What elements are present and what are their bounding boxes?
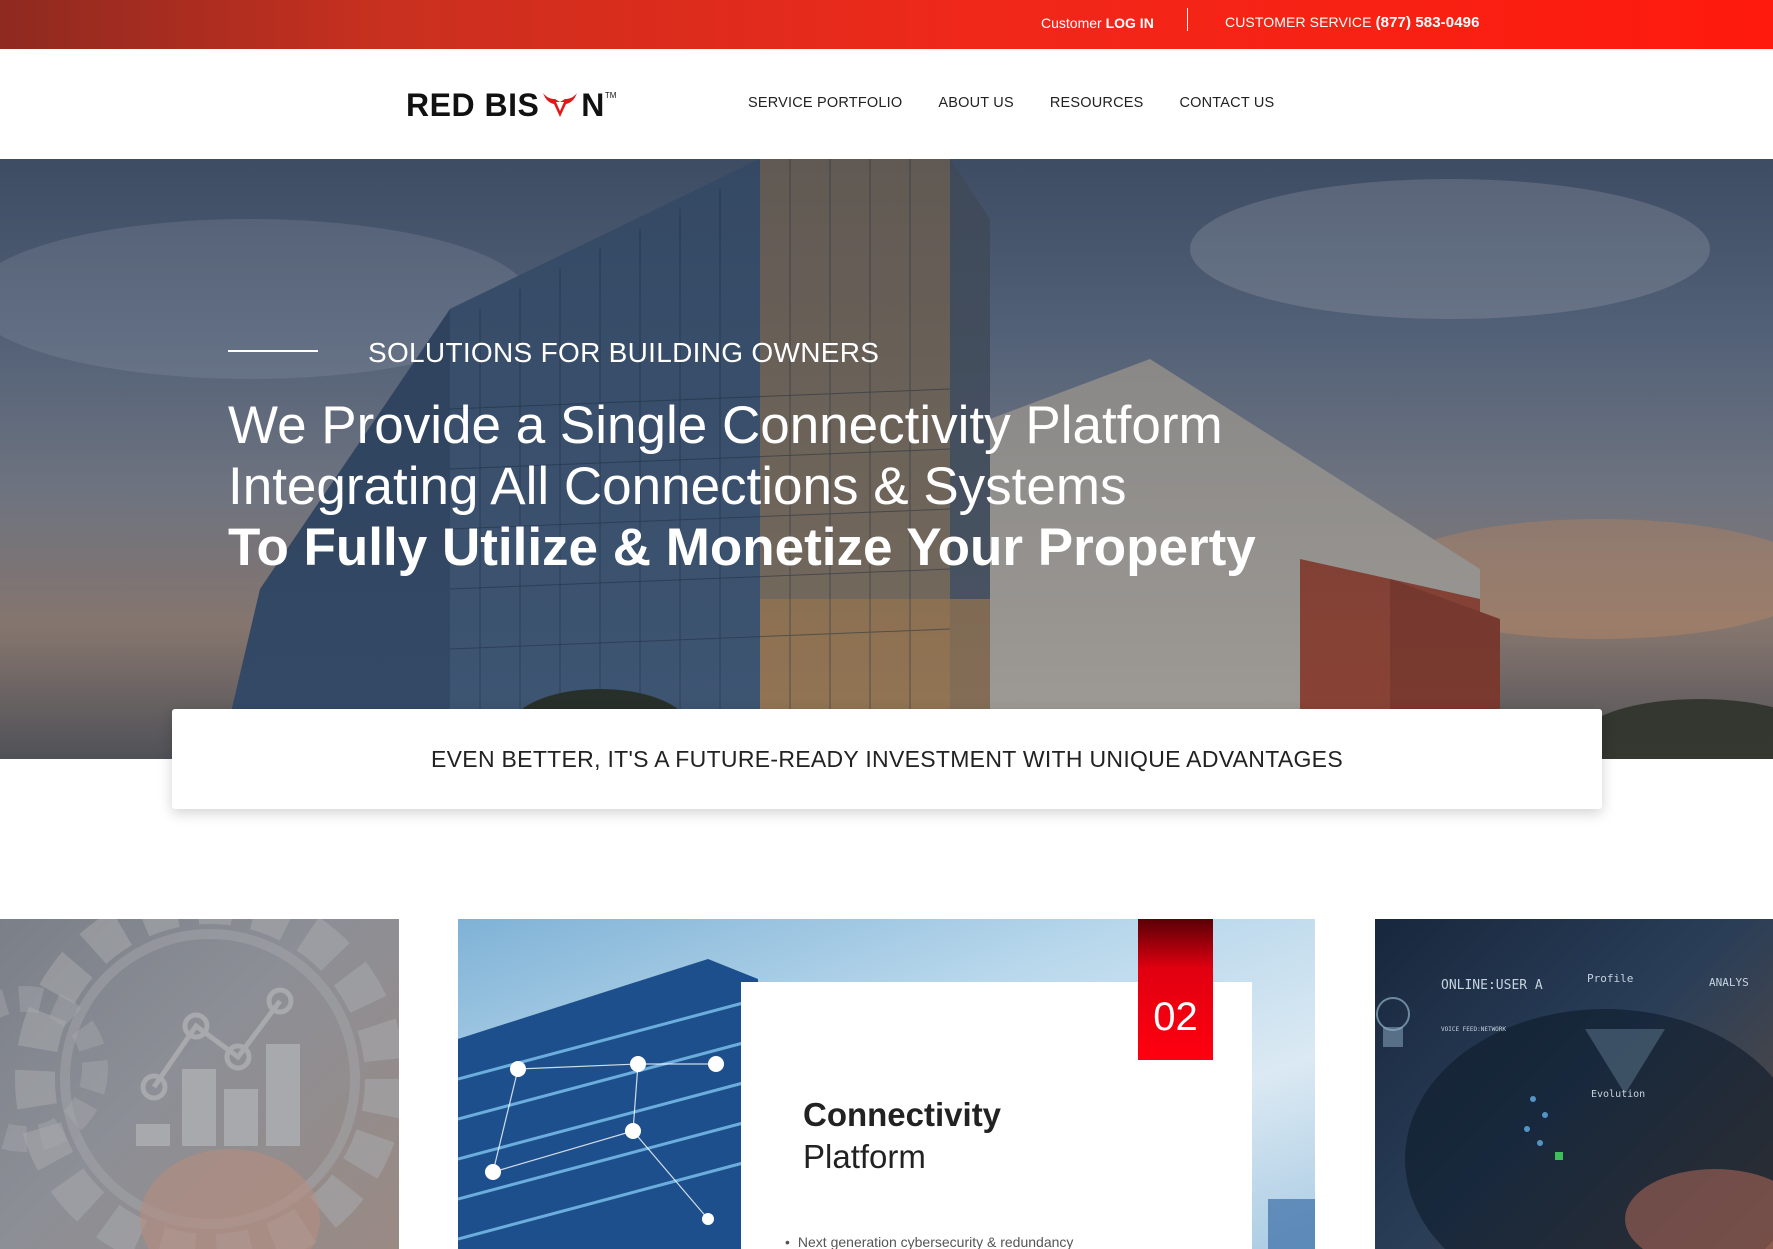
eyebrow-line — [228, 350, 318, 352]
nav-service-portfolio[interactable]: SERVICE PORTFOLIO — [748, 95, 902, 111]
site-header: RED BIS N TM SERVICE PORTFOLIO ABOUT US … — [0, 49, 1773, 159]
hud-online-text: ONLINE:USER A — [1441, 978, 1543, 993]
gear-chart-icon — [0, 919, 399, 1249]
hud-analysis-text: ANALYS — [1709, 976, 1749, 989]
top-utility-bar: Customer LOG IN CUSTOMER SERVICE (877) 5… — [0, 0, 1773, 49]
main-navigation: SERVICE PORTFOLIO ABOUT US RESOURCES CON… — [748, 95, 1274, 111]
nav-resources[interactable]: RESOURCES — [1050, 95, 1144, 111]
hud-overlay-image: ONLINE:USER A Profile ANALYS VOICE FEED:… — [1376, 972, 1773, 1249]
logo-text-right: N — [581, 86, 605, 123]
logo-text-left: RED BIS — [406, 86, 540, 123]
hero-line-2: Integrating All Connections & Systems — [228, 457, 1127, 516]
advantages-callout: EVEN BETTER, IT'S A FUTURE-READY INVESTM… — [172, 709, 1602, 809]
customer-login-link[interactable]: Customer LOG IN — [1041, 15, 1154, 31]
card-bullet: Next generation cybersecurity & redundan… — [785, 1234, 1073, 1249]
nav-contact-us[interactable]: CONTACT US — [1179, 95, 1274, 111]
card-number-badge: 02 — [1138, 919, 1213, 1060]
hero-line-3: To Fully Utilize & Monetize Your Propert… — [228, 518, 1256, 577]
hero-banner: SOLUTIONS FOR BUILDING OWNERS We Provide… — [0, 159, 1773, 759]
connectivity-platform-card[interactable]: 02 Connectivity Platform Next generation… — [741, 919, 1252, 1249]
card-number: 02 — [1153, 995, 1198, 1039]
analytics-feature-image[interactable] — [0, 919, 399, 1249]
red-bison-logo[interactable]: RED BIS N TM — [406, 85, 616, 125]
login-prefix: Customer — [1041, 15, 1102, 31]
callout-text: EVEN BETTER, IT'S A FUTURE-READY INVESTM… — [431, 745, 1343, 772]
hero-eyebrow: SOLUTIONS FOR BUILDING OWNERS — [368, 337, 880, 368]
hud-voice-text: VOICE FEED:NETWORK — [1441, 1026, 1506, 1033]
nav-about-us[interactable]: ABOUT US — [938, 95, 1013, 111]
customer-service: CUSTOMER SERVICE (877) 583-0496 — [1225, 14, 1480, 31]
customer-service-label: CUSTOMER SERVICE — [1225, 14, 1372, 30]
analytics-dashboard-image[interactable]: ONLINE:USER A Profile ANALYS VOICE FEED:… — [1375, 919, 1773, 1249]
card-title-light: Platform — [803, 1138, 926, 1175]
bison-head-icon — [543, 93, 578, 117]
hero-title: We Provide a Single Connectivity Platfor… — [228, 395, 1256, 578]
hero-line-1: We Provide a Single Connectivity Platfor… — [228, 396, 1223, 455]
customer-service-phone[interactable]: (877) 583-0496 — [1376, 14, 1480, 31]
hud-profile-text: Profile — [1587, 972, 1633, 985]
hud-evolution-text: Evolution — [1591, 1089, 1645, 1100]
card-title-bold: Connectivity — [803, 1096, 1002, 1133]
topbar-divider — [1187, 8, 1188, 31]
login-text: LOG IN — [1105, 15, 1154, 31]
trademark-mark: TM — [604, 91, 617, 100]
